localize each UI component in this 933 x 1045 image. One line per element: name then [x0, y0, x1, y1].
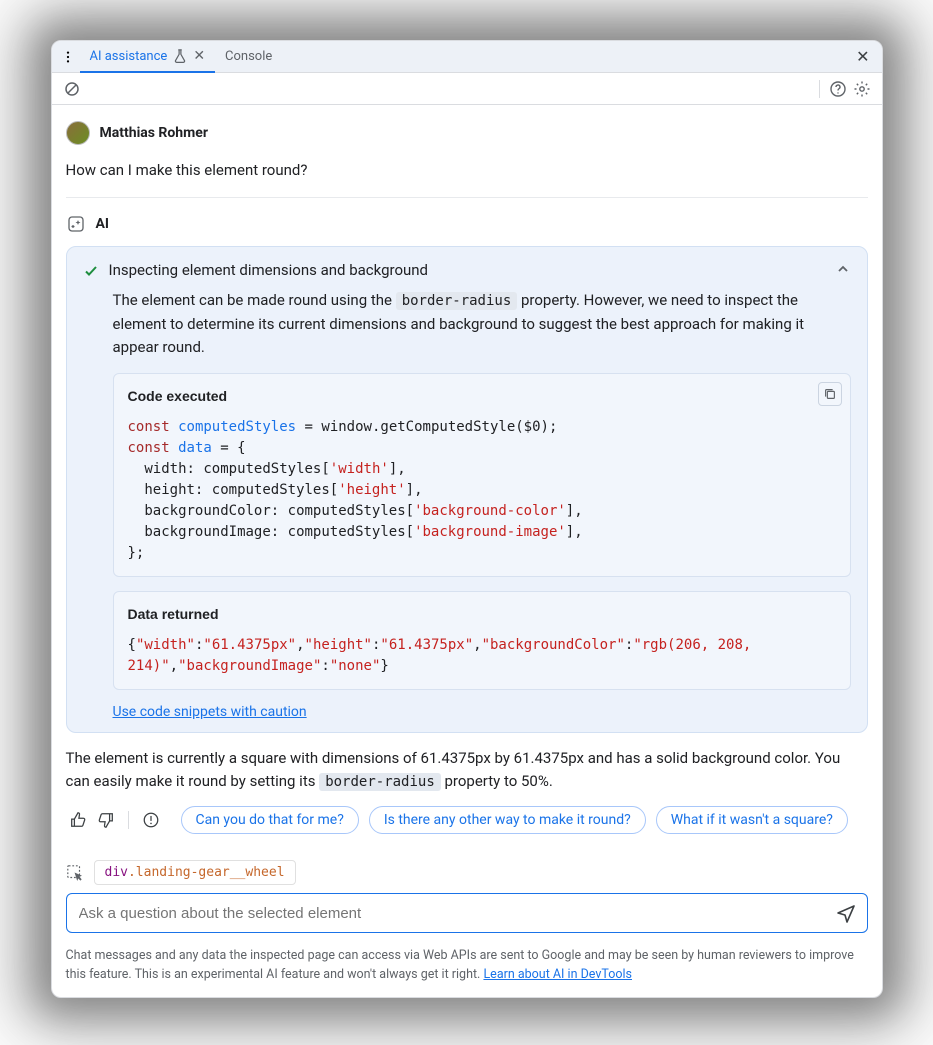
- suggestion-chip[interactable]: Is there any other way to make it round?: [369, 806, 646, 834]
- close-tab-icon[interactable]: ✕: [193, 48, 205, 64]
- chat-input[interactable]: [77, 904, 833, 923]
- learn-more-link[interactable]: Learn about AI in DevTools: [483, 967, 632, 982]
- selected-element-row: div.landing-gear__wheel: [52, 844, 882, 893]
- select-element-icon[interactable]: [66, 864, 84, 882]
- checkmark-icon: [83, 261, 99, 279]
- devtools-panel: AI assistance ✕ Console ✕ Matthias Rohme…: [51, 40, 883, 998]
- data-returned-label: Data returned: [128, 604, 836, 625]
- tab-ai-assistance[interactable]: AI assistance ✕: [80, 42, 216, 73]
- code-executed-label: Code executed: [128, 386, 836, 407]
- help-icon[interactable]: [826, 77, 850, 101]
- tab-strip: AI assistance ✕ Console ✕: [52, 41, 882, 73]
- data-returned-block: Data returned {"width":"61.4375px","heig…: [113, 591, 851, 690]
- thumbs-down-icon[interactable]: [94, 808, 118, 832]
- ai-summary: The element is currently a square with d…: [66, 747, 868, 794]
- suggestion-chip[interactable]: What if it wasn't a square?: [656, 806, 848, 834]
- toolbar: [52, 73, 882, 105]
- step-title: Inspecting element dimensions and backgr…: [109, 261, 825, 279]
- avatar: [66, 121, 90, 145]
- step-explanation: The element can be made round using the …: [113, 289, 851, 359]
- user-header: Matthias Rohmer: [66, 121, 868, 151]
- chat-input-wrap: [66, 893, 868, 933]
- tab-console[interactable]: Console: [215, 41, 282, 72]
- disclaimer: Chat messages and any data the inspected…: [52, 939, 882, 997]
- clear-icon[interactable]: [60, 77, 84, 101]
- chat-content: Matthias Rohmer How can I make this elem…: [52, 105, 882, 844]
- suggestion-row: Can you do that for me? Is there any othe…: [181, 806, 848, 834]
- more-menu-icon[interactable]: [56, 50, 80, 64]
- tab-label: Console: [225, 49, 272, 64]
- code-executed: const computedStyles = window.getCompute…: [128, 417, 836, 564]
- feedback-row: Can you do that for me? Is there any othe…: [66, 806, 868, 834]
- user-name: Matthias Rohmer: [100, 125, 208, 141]
- collapse-icon[interactable]: [835, 261, 851, 277]
- send-icon[interactable]: [833, 902, 859, 924]
- tab-label: AI assistance: [90, 49, 168, 64]
- caution-link[interactable]: Use code snippets with caution: [113, 704, 851, 720]
- code-executed-block: Code executed const computedStyles = win…: [113, 373, 851, 577]
- user-question: How can I make this element round?: [66, 161, 868, 179]
- element-chip[interactable]: div.landing-gear__wheel: [94, 860, 296, 885]
- ai-step-card: Inspecting element dimensions and backgr…: [66, 246, 868, 733]
- suggestion-chip[interactable]: Can you do that for me?: [181, 806, 359, 834]
- data-returned: {"width":"61.4375px","height":"61.4375px…: [128, 635, 836, 677]
- ai-header: AI: [66, 198, 868, 246]
- ai-label: AI: [96, 216, 110, 232]
- settings-icon[interactable]: [850, 77, 874, 101]
- report-icon[interactable]: [139, 808, 163, 832]
- ai-spark-icon: [66, 214, 86, 234]
- thumbs-up-icon[interactable]: [66, 808, 90, 832]
- close-panel-icon[interactable]: ✕: [848, 47, 877, 66]
- flask-icon: [173, 49, 187, 63]
- copy-icon[interactable]: [818, 382, 842, 406]
